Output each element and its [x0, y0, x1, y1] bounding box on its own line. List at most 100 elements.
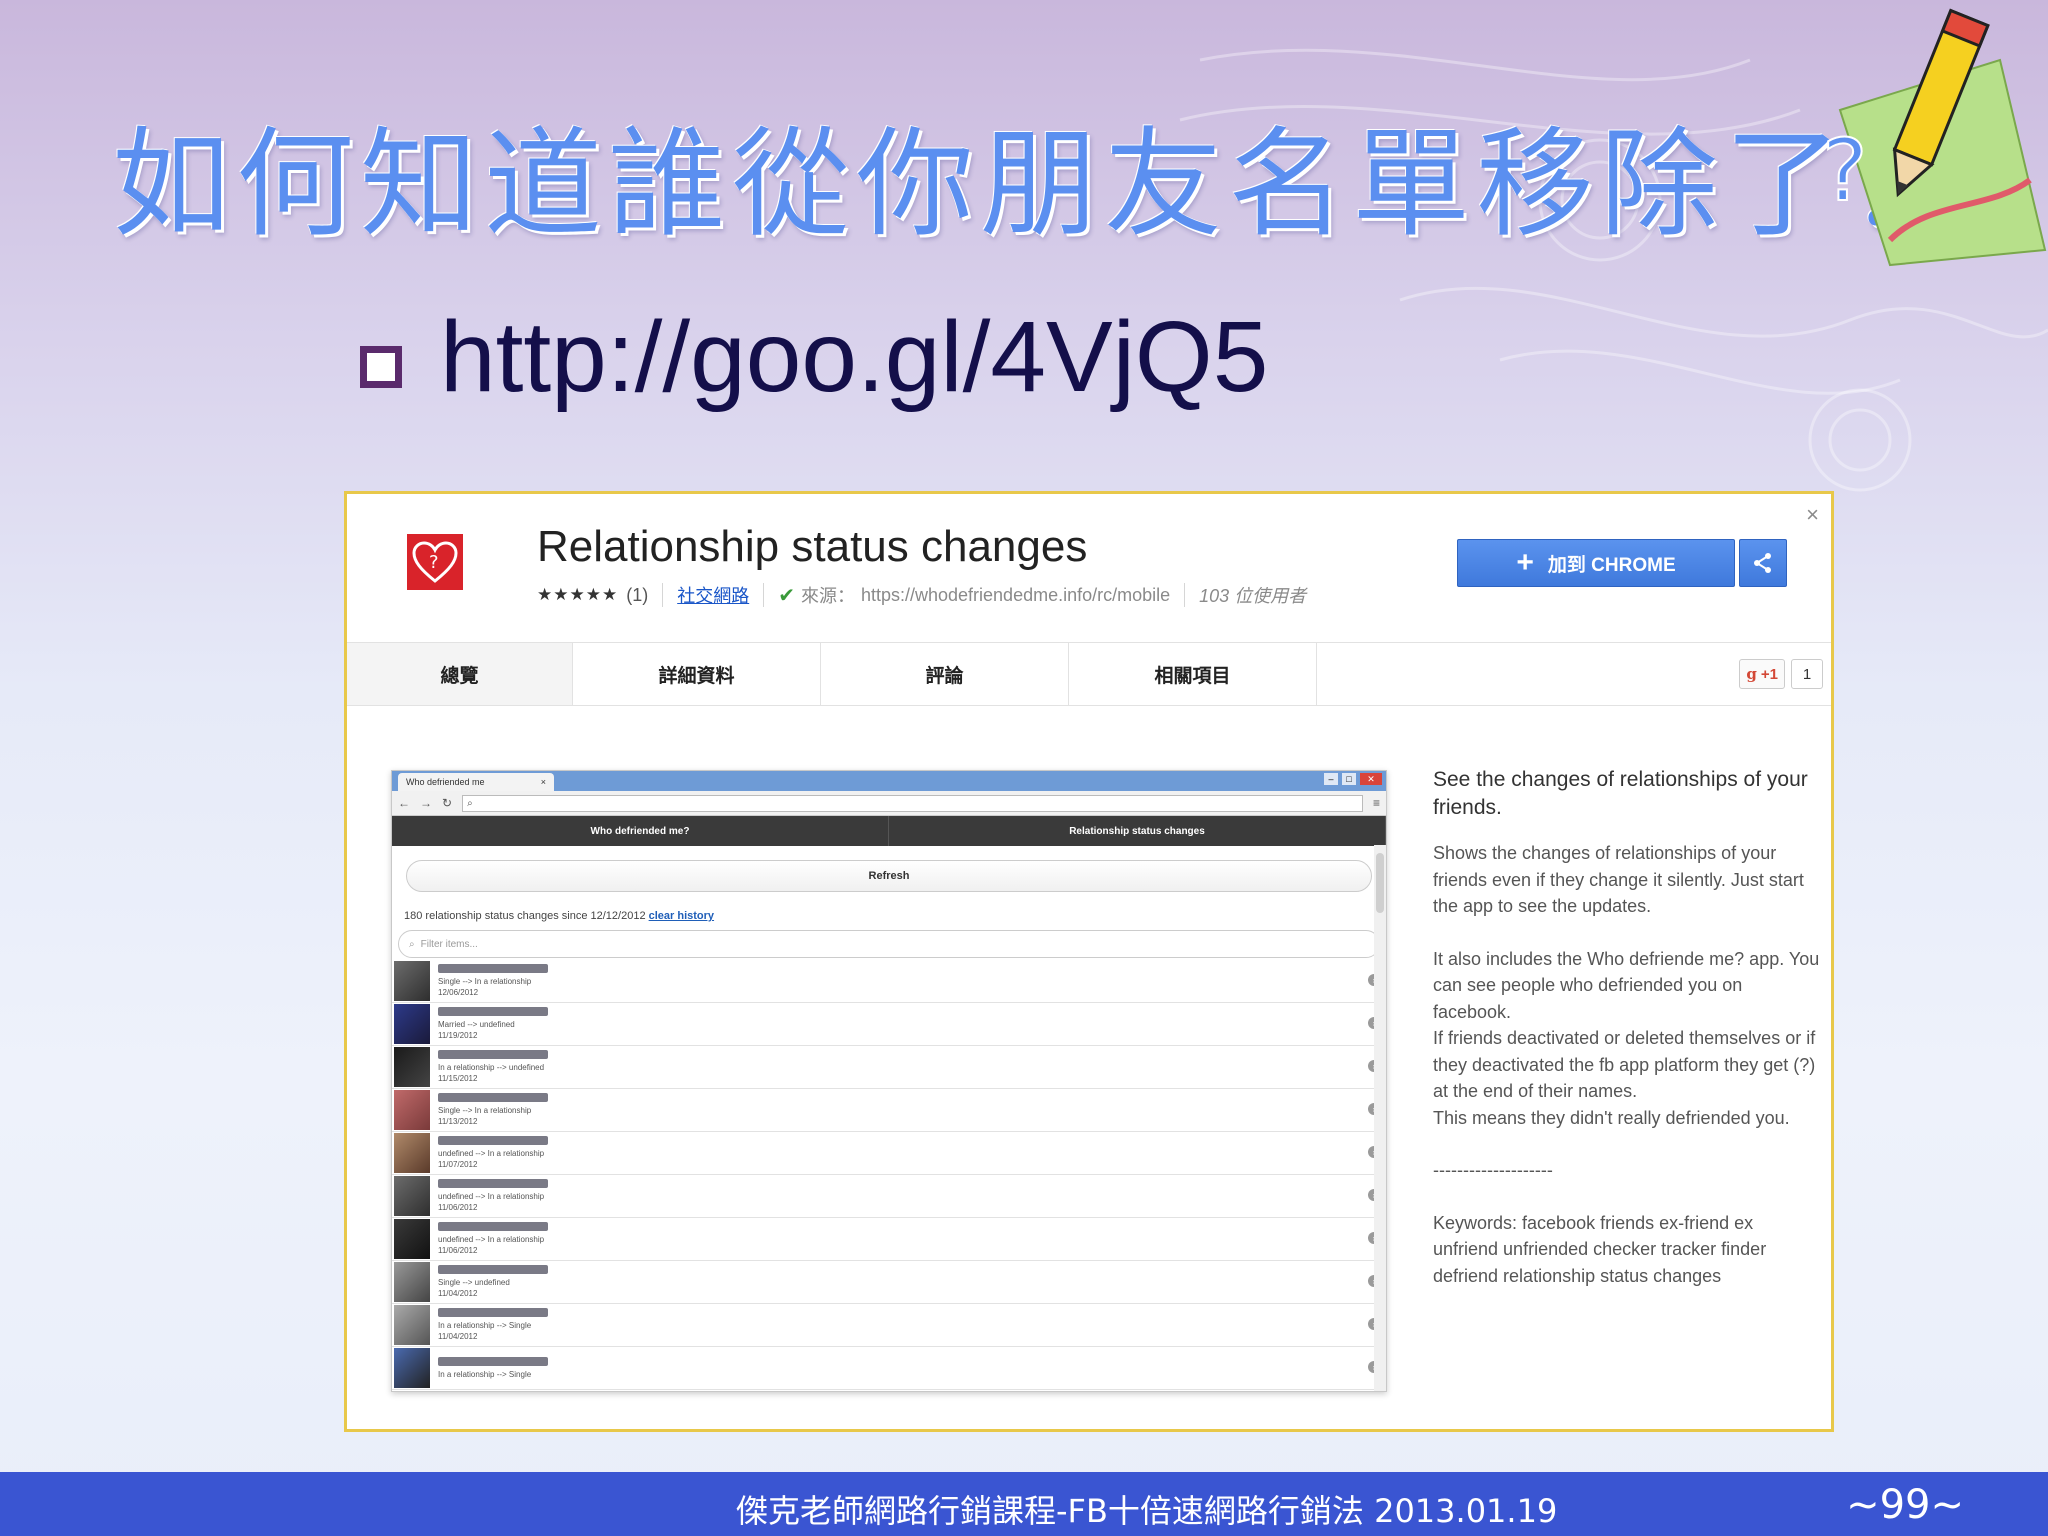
rating-count[interactable]: (1) [626, 585, 648, 606]
page-number: ~99~ [1846, 1482, 1964, 1528]
blurred-name [438, 1265, 548, 1274]
list-item: undefined --> In a relationship 11/07/201… [392, 1132, 1386, 1175]
clear-history-link: clear history [648, 910, 715, 922]
footer-bar: 傑克老師網路行銷課程-FB十倍速網路行銷法 2013.01.19 ~99~ [0, 1472, 2048, 1536]
scrollbar [1374, 845, 1386, 1391]
store-tabs: 總覽 詳細資料 評論 相關項目 g +1 1 [347, 642, 1831, 706]
browser-toolbar: ← → ↻ ⌕ ≡ [392, 791, 1386, 816]
avatar [394, 1090, 430, 1130]
change-date: 11/06/2012 [438, 1246, 478, 1255]
list-item: undefined --> In a relationship 11/06/201… [392, 1175, 1386, 1218]
status-line: 180 relationship status changes since 12… [404, 910, 1386, 922]
source-label: 來源： [800, 586, 855, 606]
filter-placeholder: Filter items... [420, 938, 478, 950]
status-change: undefined --> In a relationship [438, 1235, 545, 1244]
app-heart-logo-icon: ? [407, 534, 463, 590]
source-url[interactable]: https://whodefriendedme.info/rc/mobile [861, 585, 1170, 606]
description-keywords: Keywords: facebook friends ex-friend ex … [1433, 1212, 1767, 1286]
filter-input: ⌕ Filter items... [398, 930, 1380, 958]
google-plus-icon: g [1746, 665, 1757, 683]
google-plus-label: +1 [1760, 665, 1778, 683]
list-item: In a relationship --> Single› [392, 1347, 1386, 1390]
forward-icon: → [420, 796, 432, 810]
change-date: 11/07/2012 [438, 1160, 478, 1169]
search-icon: ⌕ [467, 797, 473, 809]
verified-check-icon: ✔ [778, 584, 795, 607]
avatar [394, 1133, 430, 1173]
list-item: Single --> In a relationship11/13/2012› [392, 1089, 1386, 1132]
status-change: Single --> undefined [438, 1278, 510, 1287]
address-bar: ⌕ [462, 794, 1363, 812]
tab-details[interactable]: 詳細資料 [573, 643, 821, 705]
google-plus-widget: g +1 1 [1739, 659, 1823, 689]
bullet-square-icon [360, 345, 402, 388]
tab-overview[interactable]: 總覽 [347, 643, 573, 705]
add-to-chrome-label: 加到 CHROME [1547, 554, 1676, 576]
divider [1184, 583, 1186, 607]
status-text: 180 relationship status changes since 12… [404, 910, 646, 922]
tab-reviews[interactable]: 評論 [821, 643, 1069, 705]
status-change: In a relationship --> undefined [438, 1063, 545, 1072]
close-icon[interactable]: × [1806, 502, 1819, 528]
change-date: 12/06/2012 [438, 988, 479, 997]
share-icon [1754, 553, 1771, 573]
plus-icon: + [1516, 546, 1534, 579]
window-close-icon: ✕ [1360, 773, 1382, 785]
list-item: In a relationship --> Single11/04/2012› [392, 1304, 1386, 1347]
browser-tab-title: Who defriended me [406, 777, 485, 787]
list-item: undefined --> In a relationship 11/06/201… [392, 1218, 1386, 1261]
add-to-chrome-button[interactable]: + 加到 CHROME [1457, 539, 1735, 587]
status-change: Married --> undefined [438, 1020, 515, 1029]
list-item: Married --> undefined11/19/2012› [392, 1003, 1386, 1046]
menu-icon: ≡ [1372, 796, 1380, 810]
filter-search-icon: ⌕ [409, 938, 415, 950]
status-change: undefined --> In a relationship [438, 1149, 545, 1158]
app-name: Relationship status changes [537, 522, 1088, 571]
list-item: Single --> In a relationship12/06/2012› [392, 960, 1386, 1003]
status-change-list: Single --> In a relationship12/06/2012› … [392, 960, 1386, 1390]
list-item: In a relationship --> undefined 11/15/201… [392, 1046, 1386, 1089]
refresh-button: Refresh [406, 860, 1372, 892]
user-count: 103 位使用者 [1199, 586, 1307, 606]
reload-icon: ↻ [442, 796, 453, 810]
avatar [394, 1219, 430, 1259]
change-date: 11/04/2012 [438, 1332, 478, 1341]
google-plus-button[interactable]: g +1 [1739, 659, 1785, 689]
list-item: Single --> undefined11/04/2012› [392, 1261, 1386, 1304]
nav-relationship-changes: Relationship status changes [889, 816, 1386, 846]
minimize-icon: – [1324, 773, 1338, 785]
divider [763, 583, 765, 607]
description-paragraph: Shows the changes of relationships of yo… [1433, 843, 1804, 916]
blurred-name [438, 1356, 548, 1366]
tab-close-icon: × [540, 777, 546, 787]
maximize-icon: □ [1342, 773, 1356, 785]
bullet-item: http://goo.gl/4VjQ5 [360, 300, 1268, 415]
status-change: In a relationship --> Single [438, 1321, 532, 1330]
change-date: 11/19/2012 [438, 1031, 478, 1040]
blurred-name [438, 964, 548, 973]
svg-text:?: ? [1822, 121, 1868, 221]
avatar [394, 1305, 430, 1345]
share-button[interactable] [1739, 539, 1787, 587]
blurred-name [438, 1222, 548, 1231]
scrollbar-thumb [1376, 853, 1384, 913]
avatar [394, 1176, 430, 1216]
avatar [394, 1047, 430, 1087]
app-screenshot: Who defriended me × – □ ✕ ← → ↻ ⌕ ≡ Who … [391, 770, 1387, 1392]
status-change: undefined --> In a relationship [438, 1192, 545, 1201]
app-meta: ★★★★★ (1) 社交網路 ✔ 來源： https://whodefriend… [537, 582, 1306, 608]
blurred-name [438, 1093, 548, 1102]
app-description: See the changes of relationships of your… [1433, 766, 1823, 1289]
avatar [394, 961, 430, 1001]
avatar [394, 1348, 430, 1388]
browser-titlebar: Who defriended me × – □ ✕ [392, 771, 1386, 791]
svg-text:?: ? [429, 552, 439, 573]
blurred-name [438, 1050, 548, 1059]
tab-related[interactable]: 相關項目 [1069, 643, 1317, 705]
bullet-url[interactable]: http://goo.gl/4VjQ5 [440, 300, 1268, 415]
status-change: Single --> In a relationship [438, 977, 532, 986]
window-controls: – □ ✕ [1324, 773, 1382, 785]
avatar [394, 1004, 430, 1044]
category-link[interactable]: 社交網路 [677, 582, 749, 608]
google-plus-count: 1 [1791, 659, 1823, 689]
